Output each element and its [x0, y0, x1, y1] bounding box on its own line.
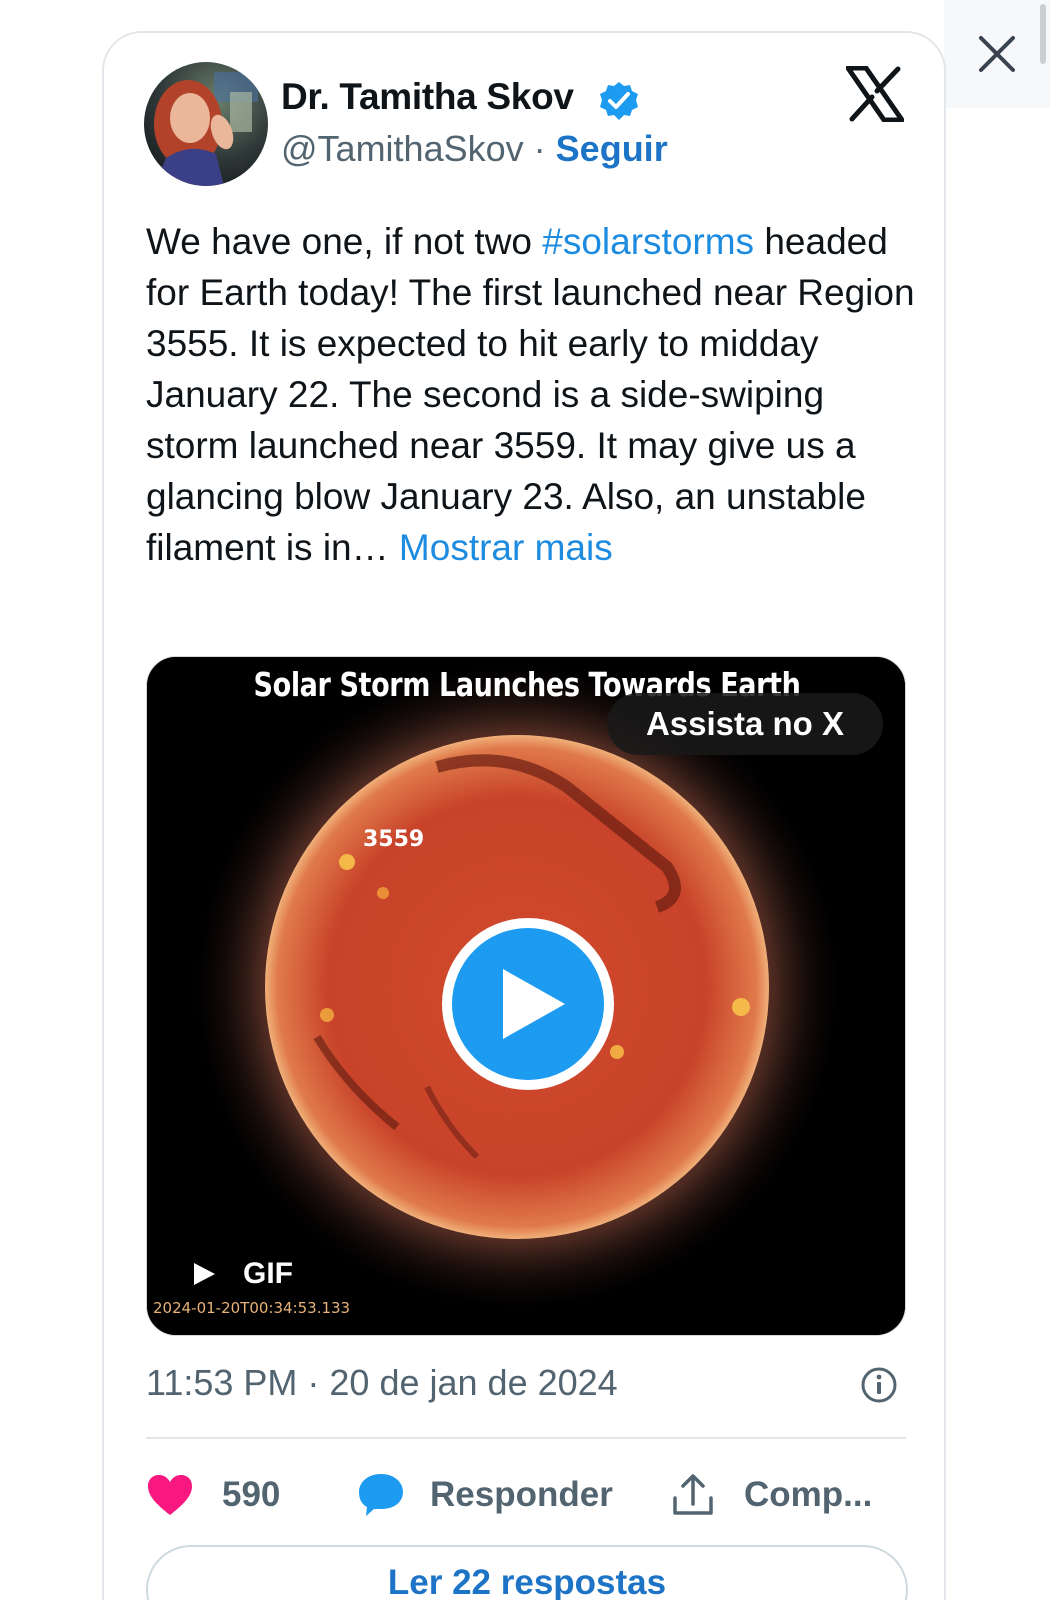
divider [146, 1437, 906, 1439]
hashtag-link[interactable]: #solarstorms [542, 221, 754, 262]
play-icon[interactable] [437, 913, 619, 1095]
heart-icon [148, 1475, 192, 1515]
close-button[interactable] [944, 0, 1050, 108]
follow-link[interactable]: Seguir [556, 128, 668, 169]
separator: · [533, 128, 546, 169]
like-count: 590 [222, 1475, 281, 1514]
media-video[interactable]: Solar Storm Launches Towards Earth Assis… [146, 656, 906, 1336]
close-icon [979, 36, 1015, 72]
video-timestamp-overlay: 2024-01-20T00:34:53.133 [153, 1299, 351, 1317]
watch-on-x-button[interactable]: Assista no X [607, 693, 883, 755]
tweet-timestamp[interactable]: 11:53 PM · 20 de jan de 2024 [146, 1362, 618, 1404]
like-button[interactable]: 590 [146, 1462, 280, 1528]
x-logo-icon[interactable] [846, 66, 904, 122]
tweet-text-part: headed for Earth today! The first launch… [146, 221, 915, 568]
gif-badge: GIF [191, 1257, 293, 1291]
reply-button[interactable]: Responder [356, 1462, 613, 1528]
region-label: 3559 [363, 827, 425, 852]
reply-label: Responder [430, 1475, 613, 1514]
gif-label: GIF [243, 1257, 293, 1290]
author-avatar[interactable] [144, 62, 268, 186]
share-label: Comp... [744, 1475, 873, 1514]
author-name[interactable]: Dr. Tamitha Skov [281, 76, 574, 118]
scrollbar[interactable] [1040, 4, 1046, 64]
author-handle-row: @TamithaSkov · Seguir [281, 128, 668, 170]
tweet-text-part: We have one, if not two [146, 221, 543, 262]
read-replies-button[interactable]: Ler 22 respostas [146, 1545, 908, 1600]
embedded-tweet-page: Dr. Tamitha Skov @TamithaSkov · Seguir W… [0, 0, 1050, 1600]
reply-bubble-icon [359, 1474, 403, 1516]
verified-badge-icon [600, 82, 638, 120]
share-button[interactable]: Comp... [670, 1462, 872, 1528]
show-more-link[interactable]: Mostrar mais [399, 527, 613, 568]
tweet-text: We have one, if not two #solarstorms hea… [146, 216, 916, 573]
share-icon [673, 1474, 713, 1515]
tweet-actions: 590 Responder Comp... [146, 1462, 906, 1528]
small-play-icon [194, 1263, 215, 1285]
author-handle[interactable]: @TamithaSkov [281, 128, 524, 169]
info-icon[interactable] [860, 1366, 898, 1404]
